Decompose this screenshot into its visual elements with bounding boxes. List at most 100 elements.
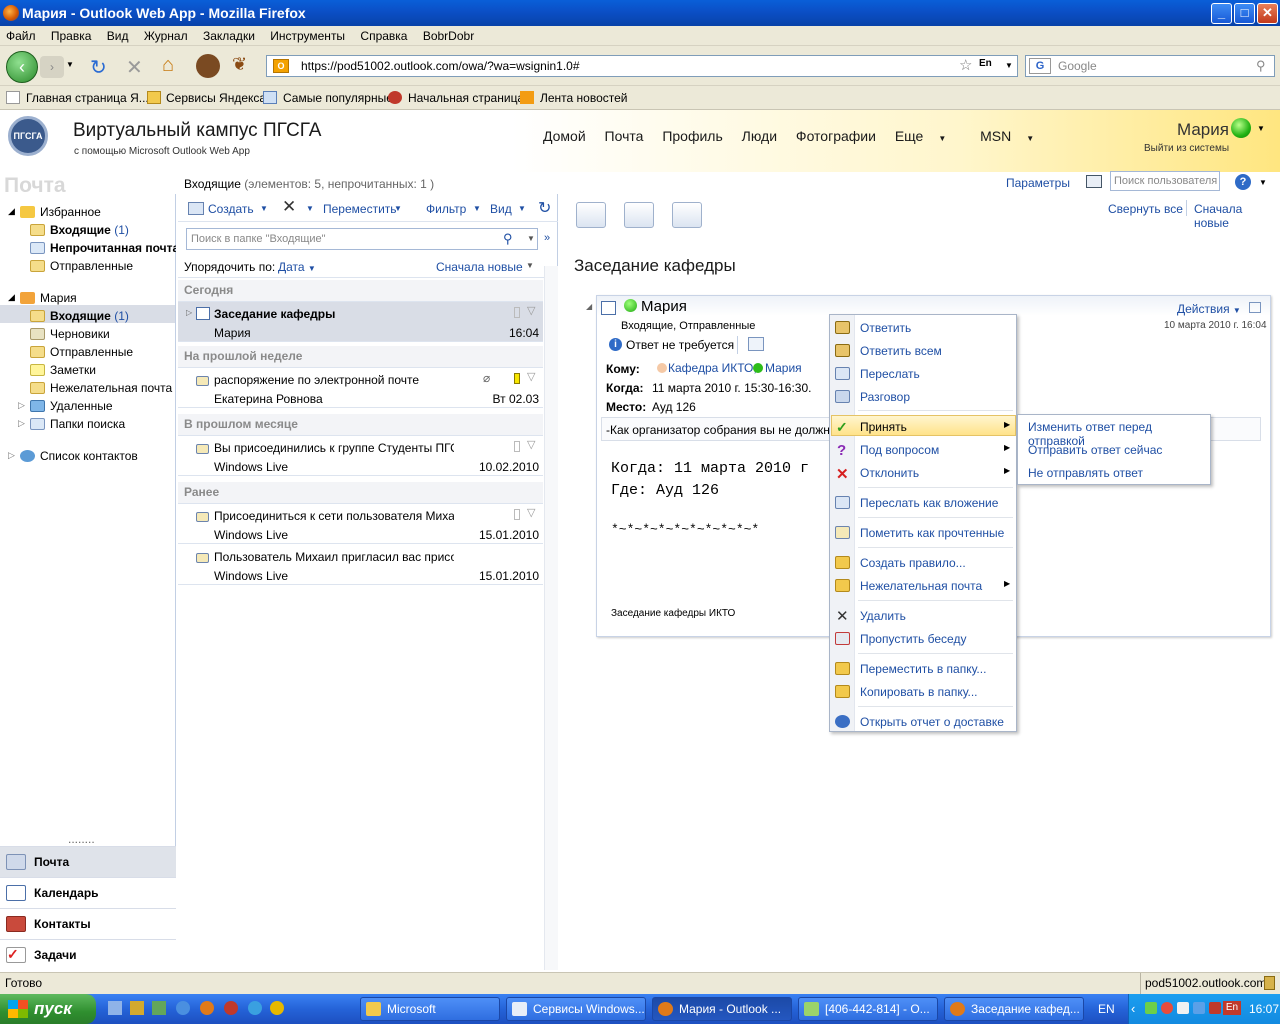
view-button[interactable]: Вид	[490, 202, 512, 216]
close-button[interactable]: ✕	[1257, 3, 1278, 24]
chevron-down-icon[interactable]: ▼	[527, 229, 535, 249]
forward-icon[interactable]: ›	[40, 56, 64, 78]
actions-menu[interactable]: Действия ▼	[1177, 302, 1241, 316]
reply-icon[interactable]	[576, 202, 606, 228]
create-button[interactable]: Создать	[208, 202, 254, 216]
nav-more[interactable]: Еще ▼	[895, 128, 961, 144]
menu-tools[interactable]: Инструменты	[264, 26, 351, 43]
tree-inbox[interactable]: Входящие (1)	[50, 309, 129, 323]
tree-mailbox[interactable]: Мария	[40, 291, 77, 305]
group-last-month[interactable]: В прошлом месяце	[178, 414, 543, 436]
tree-deleted[interactable]: Удаленные	[50, 399, 113, 413]
tree-fav-unread[interactable]: Непрочитанная почта	[50, 241, 176, 255]
options-link[interactable]: Параметры	[1006, 176, 1070, 190]
newest-first-link[interactable]: Сначала новые	[1194, 202, 1280, 230]
tray-icon[interactable]	[1161, 1002, 1173, 1014]
quicklaunch-icon[interactable]	[152, 1001, 166, 1015]
nav-photos[interactable]: Фотографии	[796, 128, 876, 144]
module-calendar[interactable]: Календарь	[0, 877, 176, 908]
tree-search-folders[interactable]: Папки поиска	[50, 417, 125, 431]
nav-profile[interactable]: Профиль	[662, 128, 722, 144]
chevron-down-icon[interactable]: ▼	[306, 204, 314, 213]
expand-search-icon[interactable]: »	[544, 232, 550, 244]
menu-delete[interactable]: Удалить	[860, 609, 906, 623]
category-icon[interactable]	[514, 307, 520, 318]
sort-order[interactable]: Сначала новые	[436, 260, 523, 274]
bookmark-news[interactable]: Лента новостей	[540, 91, 628, 105]
menu-junk[interactable]: Нежелательная почта	[860, 579, 982, 593]
minimize-button[interactable]: _	[1211, 3, 1232, 24]
tree-favorites[interactable]: Избранное	[40, 205, 101, 219]
quicklaunch-desktop-icon[interactable]	[108, 1001, 122, 1015]
quicklaunch-firefox-icon[interactable]	[200, 1001, 214, 1015]
chevron-down-icon[interactable]: ▼	[1259, 178, 1267, 187]
nav-home[interactable]: Домой	[543, 128, 586, 144]
delete-icon[interactable]: ✕	[282, 197, 296, 217]
home-icon[interactable]: ⌂	[162, 54, 174, 77]
back-icon[interactable]: ‹	[6, 51, 38, 83]
chevron-down-icon[interactable]: ▼	[526, 261, 534, 270]
menu-bookmarks[interactable]: Закладки	[197, 26, 261, 43]
popout-icon[interactable]	[1249, 302, 1261, 313]
search-icon[interactable]: ⚲	[1256, 56, 1266, 76]
menu-help[interactable]: Справка	[354, 26, 413, 43]
expand-icon[interactable]: ▷	[186, 308, 192, 317]
quicklaunch-ie-icon[interactable]	[176, 1001, 190, 1015]
quicklaunch-icon[interactable]	[130, 1001, 144, 1015]
category-icon[interactable]	[514, 373, 520, 384]
menu-view[interactable]: Вид	[101, 26, 135, 43]
collapse-all-link[interactable]: Свернуть все	[1108, 202, 1183, 216]
menu-history[interactable]: Журнал	[138, 26, 194, 43]
collapse-icon[interactable]: ◢	[586, 302, 592, 311]
url-dropdown-icon[interactable]: ▼	[1005, 56, 1013, 76]
tree-fav-inbox[interactable]: Входящие (1)	[50, 223, 129, 237]
tree-sent[interactable]: Отправленные	[50, 345, 133, 359]
tray-lang-badge[interactable]: En	[1223, 1001, 1241, 1015]
sort-field[interactable]: Дата ▼	[278, 260, 316, 274]
tray-icon[interactable]	[1209, 1002, 1221, 1014]
collapse-icon[interactable]: ▷	[18, 400, 25, 411]
tree-fav-sent[interactable]: Отправленные	[50, 259, 133, 273]
submenu-send-now[interactable]: Отправить ответ сейчас	[1028, 443, 1162, 457]
address-book-icon[interactable]	[1086, 175, 1102, 188]
quicklaunch-icon[interactable]	[224, 1001, 238, 1015]
sender-name[interactable]: Мария	[641, 298, 687, 315]
paw-icon[interactable]: ❦	[232, 54, 247, 75]
flag-icon[interactable]: ▽	[527, 506, 535, 519]
tray-expand-icon[interactable]: ‹	[1131, 994, 1135, 1024]
task-remote[interactable]: [406-442-814] - О...	[798, 997, 938, 1021]
module-mail[interactable]: Почта	[0, 846, 176, 877]
menu-mark-read[interactable]: Пометить как прочтенные	[860, 526, 1004, 540]
reply-all-icon[interactable]	[624, 202, 654, 228]
list-item[interactable]: ▷ Заседание кафедры Мария 16:04 ▽	[178, 302, 543, 342]
list-item[interactable]: Присоединиться к сети пользователя Михаи…	[178, 504, 543, 544]
submenu-dont-send[interactable]: Не отправлять ответ	[1028, 466, 1143, 480]
star-icon[interactable]: ☆	[959, 56, 972, 76]
logout-link[interactable]: Выйти из системы	[1144, 143, 1229, 154]
menu-tentative[interactable]: Под вопросом	[860, 443, 939, 457]
chevron-down-icon[interactable]: ▼	[394, 204, 402, 213]
menu-decline[interactable]: Отклонить	[860, 466, 919, 480]
expand-icon[interactable]: ◢	[8, 206, 15, 217]
group-today[interactable]: Сегодня	[178, 280, 543, 302]
quicklaunch-ie-icon[interactable]	[248, 1001, 262, 1015]
help-icon[interactable]: ?	[1235, 174, 1251, 190]
bobr-icon[interactable]	[196, 54, 220, 78]
menu-copy-to-folder[interactable]: Копировать в папку...	[860, 685, 978, 699]
nav-mail[interactable]: Почта	[605, 128, 644, 144]
chevron-down-icon[interactable]: ▼	[1257, 124, 1265, 133]
expand-icon[interactable]: ◢	[8, 292, 15, 303]
forward-icon[interactable]	[672, 202, 702, 228]
nav-msn[interactable]: MSN ▼	[980, 128, 1049, 144]
reload-icon[interactable]: ↻	[90, 55, 107, 80]
filter-button[interactable]: Фильтр	[426, 202, 466, 216]
group-last-week[interactable]: На прошлой неделе	[178, 346, 543, 368]
recipient-1[interactable]: Кафедра ИКТО;	[668, 361, 757, 375]
url-bar[interactable]: O https://pod51002.outlook.com/owa/?wa=w…	[266, 55, 1018, 77]
user-search-input[interactable]: Поиск пользователя	[1110, 171, 1220, 191]
recipient-2[interactable]: Мария	[765, 361, 802, 375]
bookmark-start-page[interactable]: Начальная страница	[408, 91, 524, 105]
task-meeting[interactable]: Заседание кафед...	[944, 997, 1084, 1021]
menu-move-to-folder[interactable]: Переместить в папку...	[860, 662, 986, 676]
bookmark-popular[interactable]: Самые популярные	[283, 91, 393, 105]
